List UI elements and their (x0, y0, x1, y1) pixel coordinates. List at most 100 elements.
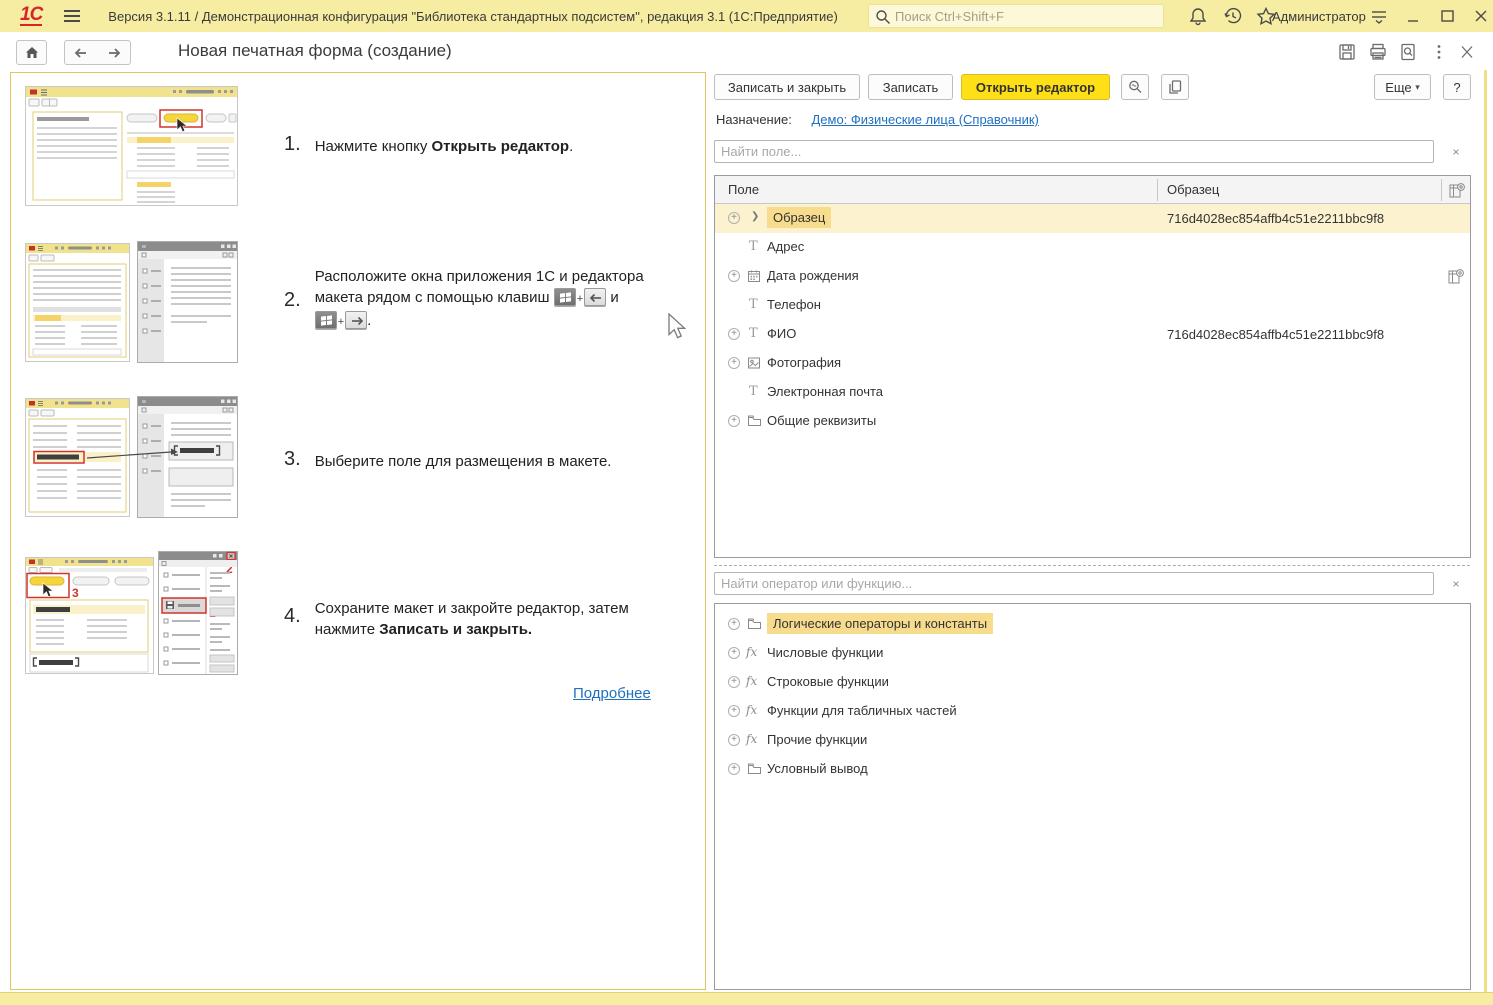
text-type-icon: T (749, 239, 758, 254)
expand-icon[interactable]: + (728, 618, 740, 630)
step-number: 2. (284, 289, 301, 333)
assignment-link[interactable]: Демо: Физические лица (Справочник) (811, 112, 1038, 127)
column-sample[interactable]: Образец (1167, 182, 1219, 197)
expand-icon[interactable]: + (728, 734, 740, 746)
row-label: Образец (767, 207, 831, 228)
status-bar (0, 992, 1493, 1005)
copy-button[interactable] (1161, 74, 1189, 100)
more-details-link[interactable]: Подробнее (573, 685, 651, 702)
window-title: Версия 3.1.11 / Демонстрационная конфигу… (108, 9, 838, 24)
row-label: Электронная почта (767, 384, 883, 399)
expand-icon[interactable]: + (728, 763, 740, 775)
row-label: Дата рождения (767, 268, 859, 283)
row-value: 716d4028ec854affb4c51e2211bbc9f8 (1167, 211, 1384, 226)
row-label: Телефон (767, 297, 821, 312)
tutorial-step-1: 1. Нажмите кнопку Открыть редактор. (284, 133, 684, 157)
back-arrow-icon (73, 47, 89, 59)
save-button[interactable]: Записать (868, 74, 953, 100)
panel-splitter[interactable] (714, 565, 1470, 566)
row-value: 716d4028ec854affb4c51e2211bbc9f8 (1167, 327, 1384, 342)
back-button[interactable] (64, 40, 98, 65)
chevron-right-icon[interactable]: ❯ (751, 211, 759, 222)
expand-icon[interactable]: + (728, 647, 740, 659)
row-label: Фотография (767, 355, 841, 370)
main-menu-icon[interactable] (64, 10, 80, 22)
table-row[interactable]: + Общие реквизиты (715, 407, 1470, 436)
operator-row[interactable]: + fx Числовые функции (715, 639, 1470, 668)
settings-sliders-icon[interactable] (1368, 6, 1390, 26)
tutorial-step3-image (25, 396, 238, 519)
operator-label: Функции для табличных частей (767, 703, 957, 718)
print-icon[interactable] (1367, 42, 1389, 62)
operator-label: Прочие функции (767, 732, 867, 747)
left-arrow-key-icon (584, 288, 606, 306)
page-title: Новая печатная форма (создание) (178, 41, 452, 61)
operator-search-input[interactable] (714, 572, 1434, 595)
fields-table: Поле Образец + ❯ Образец 716d4028ec854af… (714, 175, 1471, 558)
help-button[interactable]: ? (1443, 74, 1471, 100)
tutorial-step4-image: 2 1 (25, 551, 238, 676)
table-row[interactable]: + Фотография (715, 349, 1470, 378)
more-actions-button[interactable]: Еще ▾ (1374, 74, 1431, 100)
save-close-button[interactable]: Записать и закрыть (714, 74, 860, 100)
tutorial-panel: 1. Нажмите кнопку Открыть редактор. (10, 72, 706, 990)
clear-field-search-icon[interactable]: × (1448, 144, 1464, 160)
table-row[interactable]: T Электронная почта (715, 378, 1470, 407)
folder-icon (747, 762, 762, 775)
magnifier-icon (1127, 79, 1143, 95)
expand-icon[interactable]: + (728, 328, 740, 340)
field-search-input[interactable] (714, 140, 1434, 163)
text-type-icon: T (749, 384, 758, 399)
table-row[interactable]: + Дата рождения (715, 262, 1470, 291)
table-row[interactable]: + T ФИО 716d4028ec854affb4c51e2211bbc9f8 (715, 320, 1470, 349)
assignment-label: Назначение: (716, 112, 792, 127)
table-row[interactable]: T Адрес (715, 233, 1470, 262)
table-row[interactable]: T Телефон (715, 291, 1470, 320)
text-type-icon: T (749, 326, 758, 341)
print-preview-icon[interactable] (1397, 42, 1419, 62)
operator-row[interactable]: + Логические операторы и константы (715, 610, 1470, 639)
expand-icon[interactable]: + (728, 676, 740, 688)
minimize-icon[interactable] (1402, 6, 1424, 26)
global-search-box[interactable] (868, 4, 1164, 28)
function-icon: fx (746, 645, 757, 659)
table-settings-icon[interactable] (1448, 181, 1466, 199)
more-kebab-icon[interactable] (1428, 42, 1450, 62)
expand-icon[interactable]: + (728, 705, 740, 717)
current-user[interactable]: Администратор (1272, 9, 1366, 24)
close-form-icon[interactable] (1456, 42, 1478, 62)
home-icon (24, 45, 40, 60)
operator-label: Условный вывод (767, 761, 868, 776)
open-editor-button[interactable]: Открыть редактор (961, 74, 1110, 100)
operator-row[interactable]: + fx Строковые функции (715, 668, 1470, 697)
search-fields-button[interactable] (1121, 74, 1149, 100)
operator-row[interactable]: + Условный вывод (715, 755, 1470, 784)
tutorial-step-2: 2. Расположите окна приложения 1С и реда… (284, 263, 694, 333)
column-field[interactable]: Поле (728, 182, 759, 197)
table-settings-floating-icon[interactable] (1447, 267, 1465, 285)
close-window-icon[interactable] (1470, 6, 1492, 26)
windows-key-icon (554, 288, 576, 306)
global-search-input[interactable] (895, 6, 1155, 26)
assignment-row: Назначение: Демо: Физические лица (Справ… (716, 112, 1039, 127)
form-toolbar: Новая печатная форма (создание) (0, 32, 1493, 70)
expand-icon[interactable]: + (728, 415, 740, 427)
function-icon: fx (746, 732, 757, 746)
folder-icon (747, 617, 762, 630)
maximize-icon[interactable] (1436, 6, 1458, 26)
history-icon[interactable] (1222, 6, 1244, 26)
expand-icon[interactable]: + (728, 270, 740, 282)
home-button[interactable] (16, 40, 47, 65)
function-icon: fx (746, 703, 757, 717)
row-label: ФИО (767, 326, 796, 341)
operator-row[interactable]: + fx Прочие функции (715, 726, 1470, 755)
table-row[interactable]: + ❯ Образец 716d4028ec854affb4c51e2211bb… (715, 204, 1470, 233)
expand-icon[interactable]: + (728, 357, 740, 369)
clear-operator-search-icon[interactable]: × (1448, 576, 1464, 592)
expand-icon[interactable]: + (728, 212, 740, 224)
forward-button[interactable] (97, 40, 131, 65)
notifications-bell-icon[interactable] (1187, 6, 1209, 26)
save-icon[interactable] (1336, 42, 1358, 62)
operator-row[interactable]: + fx Функции для табличных частей (715, 697, 1470, 726)
app-titlebar: 1С Версия 3.1.11 / Демонстрационная конф… (0, 0, 1493, 32)
